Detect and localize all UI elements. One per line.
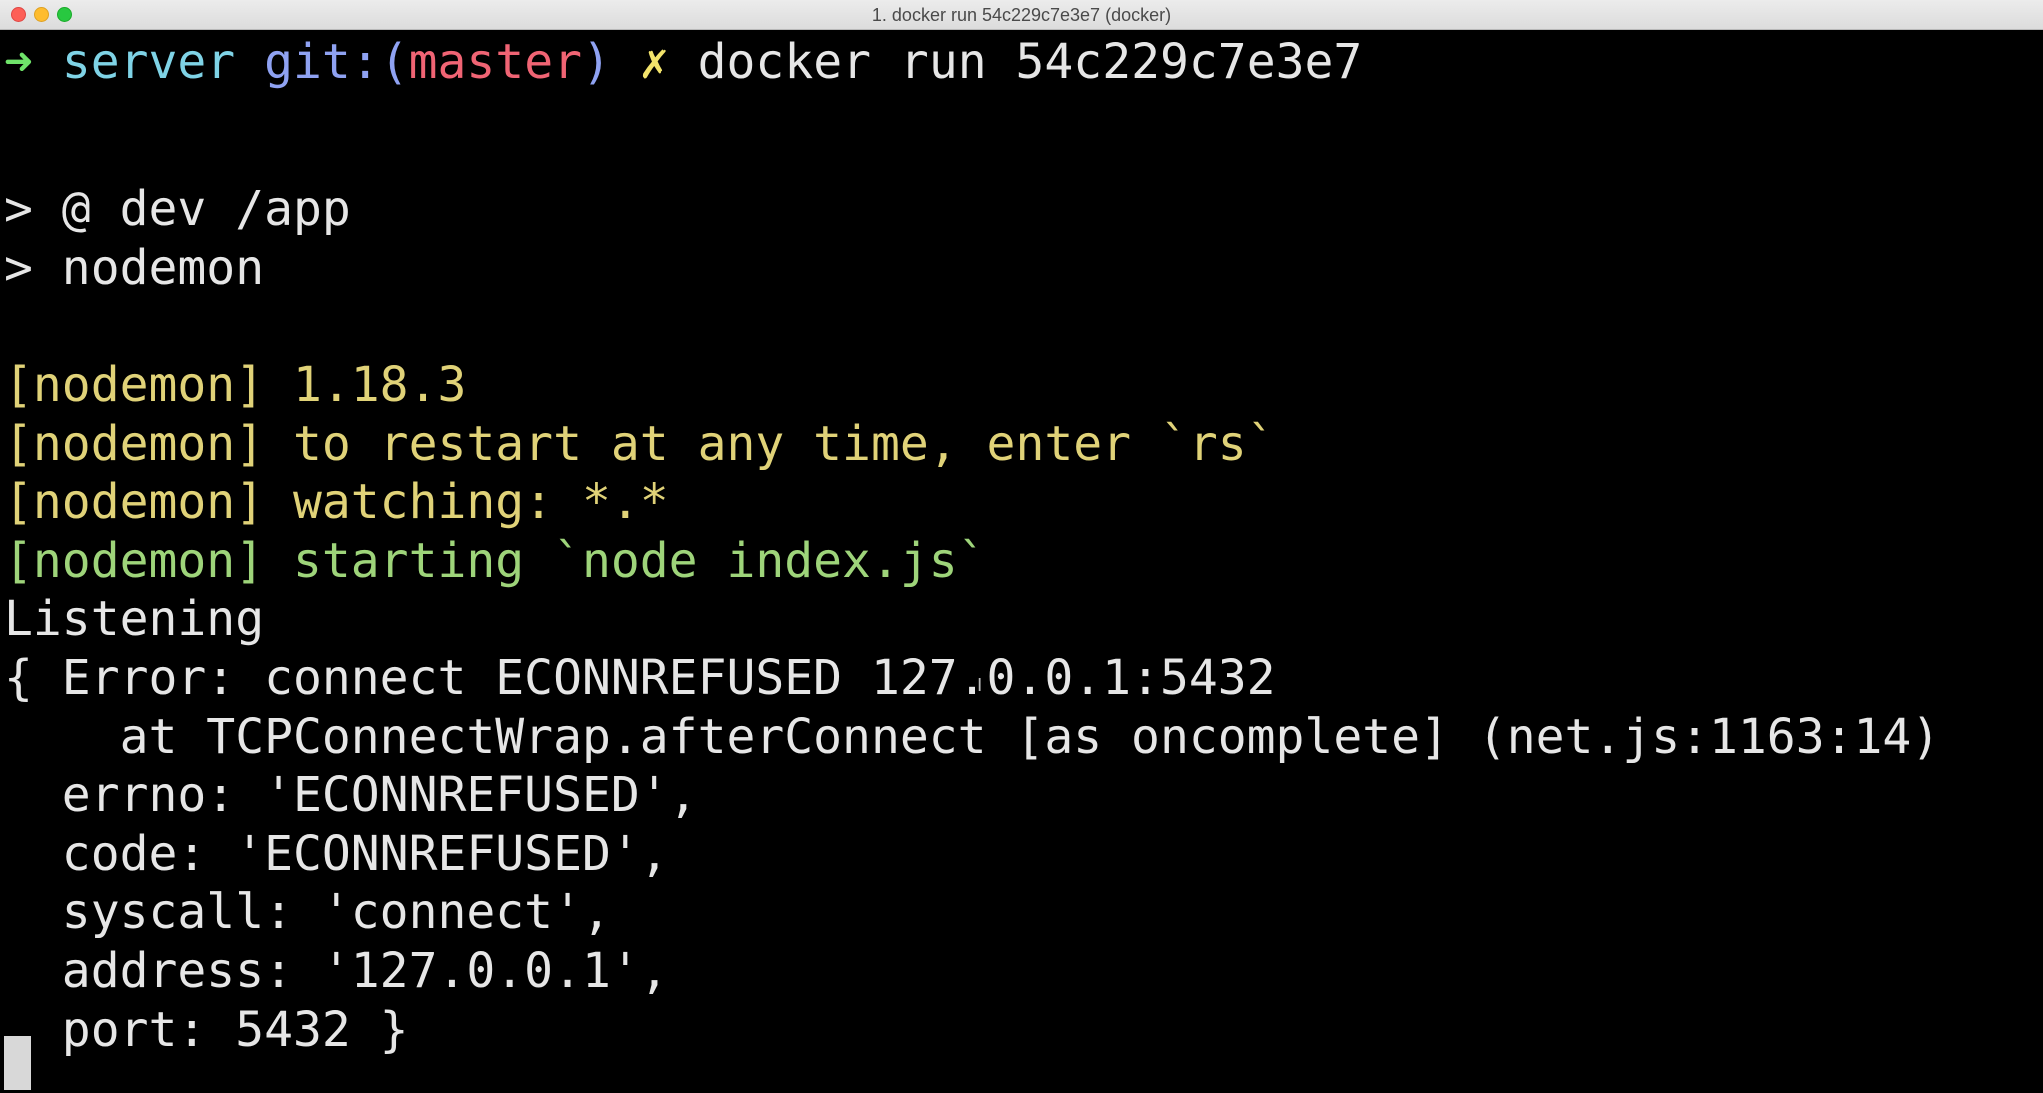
nodemon-restart-line: [nodemon] to restart at any time, enter …	[4, 416, 1276, 472]
npm-script-line: > @ dev /app	[4, 181, 351, 237]
terminal-output[interactable]: ➜ server git:(master) ✗ docker run 54c22…	[0, 31, 2043, 1093]
terminal-window: 1. docker run 54c229c7e3e7 (docker) ➜ se…	[0, 0, 2043, 1093]
ibeam-cursor-icon: Ⅰ	[977, 675, 983, 696]
prompt-line: ➜ server git:(master) ✗ docker run 54c22…	[4, 33, 1362, 91]
prompt-git-prefix: git:(	[264, 34, 409, 90]
nodemon-starting-line: [nodemon] starting `node index.js`	[4, 533, 987, 589]
stack-trace-line: at TCPConnectWrap.afterConnect [as oncom…	[4, 709, 1941, 765]
window-title: 1. docker run 54c229c7e3e7 (docker)	[871, 5, 1172, 25]
listening-line: Listening	[4, 591, 265, 647]
prompt-directory: server	[61, 34, 236, 90]
code-line: code: 'ECONNREFUSED',	[4, 826, 669, 882]
title-bar: 1. docker run 54c229c7e3e7 (docker)	[0, 0, 2043, 30]
address-line: address: '127.0.0.1',	[4, 943, 669, 999]
prompt-branch: master	[408, 34, 582, 90]
prompt-command: docker run 54c229c7e3e7	[697, 34, 1363, 90]
prompt-arrow-icon: ➜	[4, 34, 33, 90]
syscall-line: syscall: 'connect',	[4, 884, 611, 940]
prompt-dirty-icon: ✗	[639, 34, 669, 90]
nodemon-watching-line: [nodemon] watching: *.*	[4, 474, 669, 530]
npm-command-line: > nodemon	[4, 240, 265, 296]
nodemon-version-line: [nodemon] 1.18.3	[4, 357, 467, 413]
prompt-git-suffix: )	[582, 34, 611, 90]
port-line: port: 5432 }	[4, 1002, 409, 1058]
block-cursor-icon	[4, 1036, 31, 1090]
errno-line: errno: 'ECONNREFUSED',	[4, 767, 698, 823]
error-line: { Error: connect ECONNREFUSED 127.0.0.1:…	[4, 650, 1276, 706]
